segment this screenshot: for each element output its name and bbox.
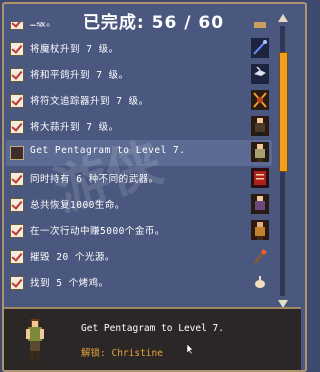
runetracer-icon [251, 90, 269, 110]
scroll-icon [251, 22, 269, 32]
achievement-text: 将大蒜升到 7 级。 [30, 122, 119, 133]
checkbox-checked-icon [10, 172, 24, 186]
achievement-list[interactable]: …级。将魔杖升到 7 级。 将和平鸽升到 7 级。将符文追踪器升到 7 级。 将大蒜… [6, 22, 272, 304]
christine-portrait-icon [22, 317, 48, 363]
achievement-row[interactable]: Get Pentagram to Level 7. [6, 140, 272, 166]
achievement-row[interactable]: 将符文追踪器升到 7 级。 [6, 88, 272, 114]
unlock-label: 解锁: [81, 348, 106, 359]
achievement-row[interactable]: …级。 [6, 22, 272, 36]
unlock-info: 解锁: Christine [81, 345, 163, 359]
chicken-icon [251, 272, 269, 292]
achievement-text: …级。 [30, 22, 57, 29]
checkbox-checked-icon [10, 198, 24, 212]
checkbox-empty-icon [10, 146, 24, 160]
gold-character-icon [251, 220, 269, 240]
detail-description: Get Pentagram to Level 7. [81, 323, 224, 334]
torch-icon [251, 246, 269, 266]
scroll-up-arrow[interactable] [278, 14, 288, 22]
checkbox-checked-icon [10, 120, 24, 134]
achievement-text: Get Pentagram to Level 7. [30, 145, 186, 156]
unlock-character-name: Christine [111, 348, 163, 359]
healer-character-icon [251, 194, 269, 214]
achievement-text: 将魔杖升到 7 级。 [30, 44, 119, 55]
achievement-text: 在一次行动中赚5000个金币。 [30, 226, 165, 237]
achievement-text: 找到 5 个烤鸡。 [30, 278, 109, 289]
pentagram-character-icon [251, 142, 269, 162]
achievement-text: 将和平鸽升到 7 级。 [30, 70, 129, 81]
checkbox-checked-icon [10, 94, 24, 108]
peace-dove-icon [251, 64, 269, 84]
scrollbar-thumb[interactable] [279, 52, 288, 172]
mouse-cursor-icon [186, 339, 195, 355]
achievement-row[interactable]: 将和平鸽升到 7 级。 [6, 62, 272, 88]
weapon-book-icon [251, 168, 269, 188]
achievement-row[interactable]: 在一次行动中赚5000个金币。 [6, 218, 272, 244]
achievement-text: 摧毁 20 个光源。 [30, 252, 115, 263]
checkbox-checked-icon [10, 224, 24, 238]
achievement-row[interactable]: 将大蒜升到 7 级。 [6, 114, 272, 140]
achievement-row[interactable]: 将魔杖升到 7 级。 [6, 36, 272, 62]
achievement-row[interactable]: 找到 5 个烤鸡。 [6, 270, 272, 296]
achievement-text: 总共恢复1000生命。 [30, 200, 125, 211]
achievement-text: 同时持有 6 种不同的武器。 [30, 174, 159, 185]
achievement-row[interactable]: 总共恢复1000生命。 [6, 192, 272, 218]
achievement-text: 将符文追踪器升到 7 级。 [30, 96, 149, 107]
achievement-detail-panel: Get Pentagram to Level 7. 解锁: Christine [4, 307, 301, 370]
checkbox-checked-icon [10, 250, 24, 264]
checkbox-checked-icon [10, 22, 24, 30]
magic-wand-icon [251, 38, 269, 58]
garlic-character-icon [251, 116, 269, 136]
checkbox-checked-icon [10, 42, 24, 56]
checkbox-checked-icon [10, 276, 24, 290]
achievement-row[interactable]: 摧毁 20 个光源。 [6, 244, 272, 270]
achievement-row[interactable]: 同时持有 6 种不同的武器。 [6, 166, 272, 192]
checkbox-checked-icon [10, 68, 24, 82]
